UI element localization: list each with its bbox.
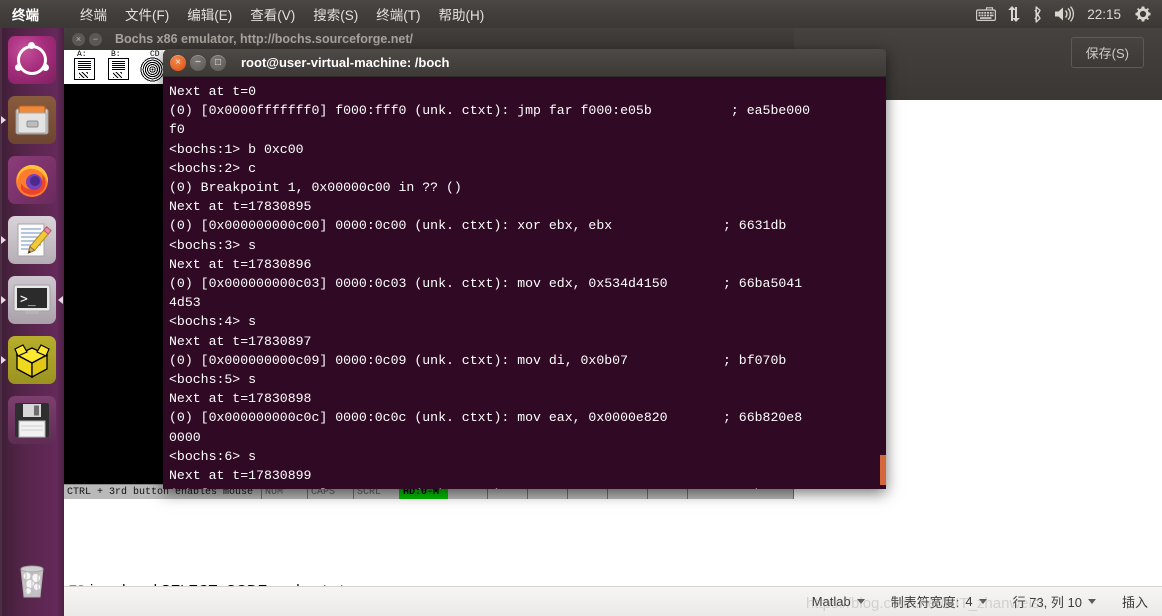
running-indicator-icon bbox=[1, 296, 6, 304]
svg-text:>_: >_ bbox=[20, 292, 36, 307]
minimize-button[interactable]: − bbox=[190, 54, 206, 71]
files-icon bbox=[8, 96, 56, 144]
firefox-icon bbox=[8, 156, 56, 204]
bochs-minimize-button[interactable]: − bbox=[89, 32, 102, 46]
tab-width-value: 4 bbox=[965, 594, 973, 609]
tab-width-label: 制表符宽度: bbox=[890, 595, 960, 610]
system-tray: 22:15 bbox=[976, 5, 1162, 23]
menu-edit[interactable]: 编辑(E) bbox=[178, 1, 241, 27]
launcher-item-bochs-disk[interactable] bbox=[0, 390, 64, 450]
launcher-item-ubuntu-dash[interactable] bbox=[0, 30, 64, 90]
unity-launcher: >_ bbox=[0, 28, 64, 616]
clock[interactable]: 22:15 bbox=[1085, 7, 1123, 22]
close-button[interactable]: × bbox=[170, 54, 186, 71]
tab-width-selector[interactable]: 制表符宽度: 4 bbox=[891, 592, 987, 611]
focused-indicator-icon bbox=[58, 296, 63, 304]
floppy-a-icon[interactable]: A: bbox=[68, 50, 102, 84]
ubuntu-logo-icon bbox=[8, 36, 56, 84]
volume-icon[interactable] bbox=[1054, 6, 1075, 22]
maximize-button[interactable]: □ bbox=[210, 54, 226, 71]
power-gear-icon[interactable] bbox=[1134, 5, 1152, 23]
launcher-item-trash[interactable] bbox=[0, 550, 64, 610]
chevron-down-icon bbox=[978, 599, 987, 604]
bochs-titlebar[interactable]: × − Bochs x86 emulator, http://bochs.sou… bbox=[64, 28, 794, 50]
menu-view[interactable]: 查看(V) bbox=[241, 1, 304, 27]
menu-help[interactable]: 帮助(H) bbox=[430, 1, 494, 27]
active-app-name[interactable]: 终端 bbox=[0, 4, 49, 24]
insert-mode: 插入 bbox=[1122, 592, 1148, 611]
chevron-down-icon bbox=[856, 599, 865, 604]
terminal-icon: >_ bbox=[8, 276, 56, 324]
menu-terminal[interactable]: 终端 bbox=[71, 1, 116, 27]
gedit-statusbar: Matlab 制表符宽度: 4 行 73, 列 10 插入 bbox=[64, 586, 1162, 616]
terminal-window-title: root@user-virtual-machine: /boch bbox=[241, 55, 450, 70]
network-icon[interactable] bbox=[1007, 6, 1021, 22]
launcher-item-gedit[interactable] bbox=[0, 210, 64, 270]
terminal-body[interactable]: Next at t=0 (0) [0x0000fffffff0] f000:ff… bbox=[163, 77, 886, 489]
running-indicator-icon bbox=[1, 356, 6, 364]
top-panel: 终端 终端 文件(F) 编辑(E) 查看(V) 搜索(S) 终端(T) 帮助(H… bbox=[0, 0, 1162, 28]
save-button[interactable]: 保存(S) bbox=[1070, 37, 1144, 68]
terminal-window: × − □ root@user-virtual-machine: /boch N… bbox=[163, 49, 886, 489]
bluetooth-icon[interactable] bbox=[1032, 5, 1043, 23]
close-icon: × bbox=[175, 56, 181, 68]
chevron-down-icon bbox=[1087, 599, 1096, 604]
terminal-scrollbar[interactable] bbox=[880, 455, 886, 485]
archive-box-icon bbox=[8, 336, 56, 384]
terminal-titlebar[interactable]: × − □ root@user-virtual-machine: /boch bbox=[163, 49, 886, 77]
floppy-b-icon[interactable]: B: bbox=[102, 50, 136, 84]
floppy-disk-icon bbox=[8, 396, 56, 444]
cursor-position-label: 行 73, 列 10 bbox=[1012, 595, 1082, 610]
bochs-close-button[interactable]: × bbox=[72, 32, 85, 46]
running-indicator-icon bbox=[1, 236, 6, 244]
language-label: Matlab bbox=[811, 594, 851, 609]
launcher-item-terminal[interactable]: >_ bbox=[0, 270, 64, 330]
menu-file[interactable]: 文件(F) bbox=[116, 1, 178, 27]
launcher-item-firefox[interactable] bbox=[0, 150, 64, 210]
running-indicator-icon bbox=[1, 116, 6, 124]
terminal-output: Next at t=0 (0) [0x0000fffffff0] f000:ff… bbox=[169, 84, 811, 489]
bochs-window-title: Bochs x86 emulator, http://bochs.sourcef… bbox=[115, 32, 413, 46]
launcher-item-archive-manager[interactable] bbox=[0, 330, 64, 390]
minimize-icon: − bbox=[195, 56, 201, 68]
menu-search[interactable]: 搜索(S) bbox=[304, 1, 367, 27]
maximize-icon: □ bbox=[214, 56, 222, 68]
keyboard-indicator-icon[interactable] bbox=[976, 7, 997, 21]
desktop-screen: 保存(S) 72 jmp dword SELECT_CODE:mode_star… bbox=[0, 0, 1162, 616]
menu-terminal-t[interactable]: 终端(T) bbox=[367, 1, 429, 27]
language-selector[interactable]: Matlab bbox=[812, 594, 865, 609]
cursor-position[interactable]: 行 73, 列 10 bbox=[1013, 592, 1096, 611]
menu-bar: 终端 文件(F) 编辑(E) 查看(V) 搜索(S) 终端(T) 帮助(H) bbox=[71, 1, 493, 27]
insert-mode-label: 插入 bbox=[1121, 595, 1148, 610]
text-editor-icon bbox=[8, 216, 56, 264]
launcher-item-files[interactable] bbox=[0, 90, 64, 150]
trash-icon bbox=[8, 556, 56, 604]
